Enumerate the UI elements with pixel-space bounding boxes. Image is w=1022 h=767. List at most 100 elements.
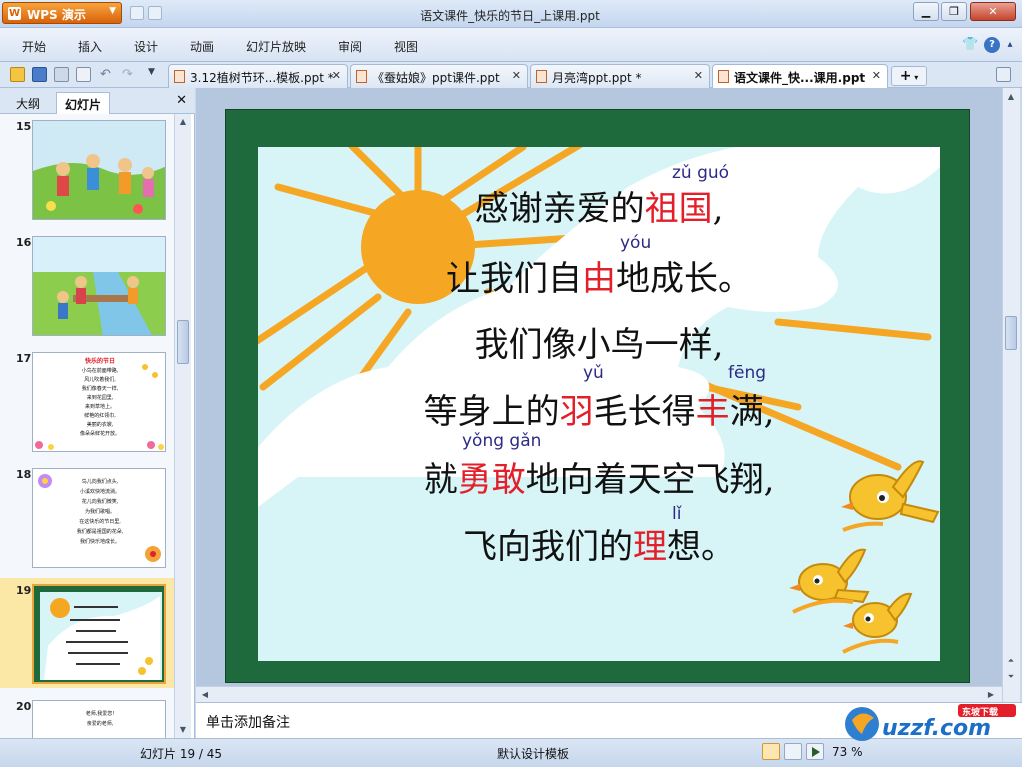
pinyin-zuguo: zǔ guó (672, 163, 730, 183)
slide-number: 17 (16, 352, 32, 365)
close-tab-icon[interactable]: ✕ (332, 69, 341, 82)
doc-tab-label: 月亮湾ppt.ppt * (552, 71, 642, 85)
app-name: WPS 演示 (27, 8, 86, 22)
scroll-up-icon[interactable]: ▲ (1004, 90, 1018, 104)
document-tab-bar: ↶ ↷ ▼ 3.12植树节环...模板.ppt * ✕ 《蚕姑娘》ppt课件.p… (0, 62, 1022, 88)
menu-insert[interactable]: 插入 (78, 38, 102, 55)
slide-number: 19 (16, 584, 32, 597)
pinyin-yu: yǔ (583, 363, 604, 383)
thumbnail-scrollbar[interactable]: ▲ ▼ (174, 114, 191, 738)
menu-animation[interactable]: 动画 (190, 38, 214, 55)
thumbnail-list: 15 16 17 快乐的节日 小鸟在前面带路, 风儿吹着我们, 我们像春天一样,… (0, 114, 174, 738)
thumbnail-slide-15[interactable]: 15 (0, 114, 174, 224)
wps-logo-icon: W (8, 7, 21, 20)
slideshow-button[interactable] (806, 743, 824, 760)
notes-placeholder: 单击添加备注 (206, 715, 290, 731)
minimize-button[interactable]: ▁ (913, 2, 939, 21)
window-title: 语文课件_快乐的节日_上课用.ppt (420, 9, 600, 23)
doc-tab-label: 3.12植树节环...模板.ppt * (190, 71, 334, 85)
menu-bar: 开始 插入 设计 动画 幻灯片放映 审阅 视图 👕 ? ▴ (0, 28, 1022, 62)
slides-panel: 大纲 幻灯片 ✕ 15 16 17 快乐的节日 小鸟在前面带路, 风儿吹着我们,… (0, 88, 195, 738)
zoom-level[interactable]: 73 % (832, 745, 863, 759)
poem-line-3: 我们像小鸟一样, (474, 325, 724, 365)
doc-tab-3[interactable]: 月亮湾ppt.ppt * ✕ (530, 64, 710, 88)
pinyin-li: lǐ (672, 504, 682, 524)
window-list-icon[interactable] (996, 67, 1011, 82)
doc-tab-4-active[interactable]: 语文课件_快...课用.ppt ✕ (712, 64, 888, 88)
tab-outline[interactable]: 大纲 (8, 92, 48, 114)
scroll-up-icon[interactable]: ▲ (176, 115, 190, 129)
save-icon[interactable] (32, 67, 47, 82)
thumb-text: 老师,我爱您! 亲爱的老师, (85, 711, 115, 727)
close-panel-icon[interactable]: ✕ (176, 93, 187, 108)
ppt-file-icon (174, 70, 185, 83)
menu-design[interactable]: 设计 (134, 38, 158, 55)
scroll-left-icon[interactable]: ◀ (198, 688, 212, 702)
next-slide-icon[interactable]: ⏷ (1004, 670, 1018, 684)
close-tab-icon[interactable]: ✕ (872, 69, 881, 82)
uzzf-watermark: 东坡下载 uzzf.com (840, 700, 1020, 746)
slide-vertical-scrollbar[interactable]: ▲ ⏶ ⏷ (1002, 88, 1020, 702)
scroll-down-icon[interactable]: ▼ (176, 723, 190, 737)
watermark-text: uzzf.com (882, 716, 992, 741)
title-bar: W WPS 演示 ▼ 语文课件_快乐的节日_上课用.ppt ▁ ❐ ✕ (0, 0, 1022, 28)
ppt-file-icon (718, 70, 729, 83)
close-button[interactable]: ✕ (970, 2, 1016, 21)
thumbnail-slide-20[interactable]: 20 老师,我爱您! 亲爱的老师, (0, 694, 174, 738)
pinyin-yonggan: yǒng gǎn (462, 431, 542, 451)
doc-tab-2[interactable]: 《蚕姑娘》ppt课件.ppt ✕ (350, 64, 528, 88)
pinyin-feng: fēng (728, 363, 767, 383)
scroll-thumb[interactable] (177, 320, 189, 364)
menu-home[interactable]: 开始 (22, 38, 46, 55)
thumbnail-slide-19[interactable]: 19 (0, 578, 174, 688)
slide-preview: 快乐的节日 小鸟在前面带路, 风儿吹着我们, 我们像春天一样, 来到花园里, 来到草地上… (32, 352, 166, 452)
close-tab-icon[interactable]: ✕ (694, 69, 703, 82)
prev-slide-icon[interactable]: ⏶ (1004, 654, 1018, 668)
slide-preview: 鸟儿向我们点头, 小溪欢快地流淌。 花儿向我们微笑, 为我们歌唱。 在这快乐的节日里, 我… (32, 468, 166, 568)
slide-preview (32, 584, 166, 684)
thumbnail-slide-16[interactable]: 16 (0, 230, 174, 340)
maximize-button[interactable]: ❐ (941, 2, 967, 21)
print-icon[interactable] (54, 67, 69, 82)
poem-line-1: 感谢亲爱的祖国, (474, 189, 724, 229)
normal-view-button[interactable] (762, 743, 780, 760)
slide-preview (32, 236, 166, 336)
ribbon-toggle-icon[interactable]: ▴ (1002, 37, 1018, 53)
close-tab-icon[interactable]: ✕ (512, 69, 521, 82)
scroll-thumb[interactable] (1005, 316, 1017, 350)
customize-icon[interactable]: ▼ (148, 67, 163, 82)
app-menu-button[interactable]: W WPS 演示 ▼ (2, 2, 122, 24)
quick-access-icon[interactable] (148, 6, 162, 20)
tab-slides[interactable]: 幻灯片 (56, 92, 111, 114)
new-tab-button[interactable]: + ▾ (891, 66, 927, 86)
open-icon[interactable] (10, 67, 25, 82)
doc-tab-label: 《蚕姑娘》ppt课件.ppt (372, 71, 500, 85)
slide-number: 18 (16, 468, 32, 481)
undo-icon[interactable]: ↶ (100, 67, 115, 82)
quick-access-icon[interactable] (130, 6, 144, 20)
help-icon[interactable]: ? (984, 37, 1000, 53)
ppt-file-icon (356, 70, 367, 83)
dropdown-icon: ▼ (109, 6, 116, 16)
slide-editing-area: 感谢亲爱的祖国, 让我们自由地成长。 我们像小鸟一样, 等身上的羽毛长得丰满, … (196, 88, 1002, 686)
thumbnail-slide-17[interactable]: 17 快乐的节日 小鸟在前面带路, 风儿吹着我们, 我们像春天一样, 来到花园里, 来到… (0, 346, 174, 456)
slide-sorter-button[interactable] (784, 743, 802, 760)
pinyin-you: yóu (620, 233, 652, 253)
slide-counter: 幻灯片 19 / 45 (140, 747, 223, 761)
redo-icon[interactable]: ↷ (122, 67, 137, 82)
current-slide[interactable]: 感谢亲爱的祖国, 让我们自由地成长。 我们像小鸟一样, 等身上的羽毛长得丰满, … (225, 109, 970, 683)
doc-tab-1[interactable]: 3.12植树节环...模板.ppt * ✕ (168, 64, 348, 88)
doc-tab-label: 语文课件_快...课用.ppt (734, 71, 866, 85)
thumbnail-slide-18[interactable]: 18 鸟儿向我们点头, 小溪欢快地流淌。 花儿向我们微笑, 为我们歌唱。 在这快乐的节日… (0, 462, 174, 572)
menu-slideshow[interactable]: 幻灯片放映 (246, 38, 306, 55)
slide-number: 15 (16, 120, 32, 133)
slide-preview: 老师,我爱您! 亲爱的老师, (32, 700, 166, 738)
menu-review[interactable]: 审阅 (338, 38, 362, 55)
panel-tabs: 大纲 幻灯片 ✕ (0, 88, 195, 114)
poem-line-4: 等身上的羽毛长得丰满, (423, 392, 775, 432)
print-preview-icon[interactable] (76, 67, 91, 82)
slide-canvas: 感谢亲爱的祖国, 让我们自由地成长。 我们像小鸟一样, 等身上的羽毛长得丰满, … (258, 147, 940, 661)
slide-number: 16 (16, 236, 32, 249)
menu-view[interactable]: 视图 (394, 38, 418, 55)
skin-icon[interactable]: 👕 (962, 37, 978, 53)
